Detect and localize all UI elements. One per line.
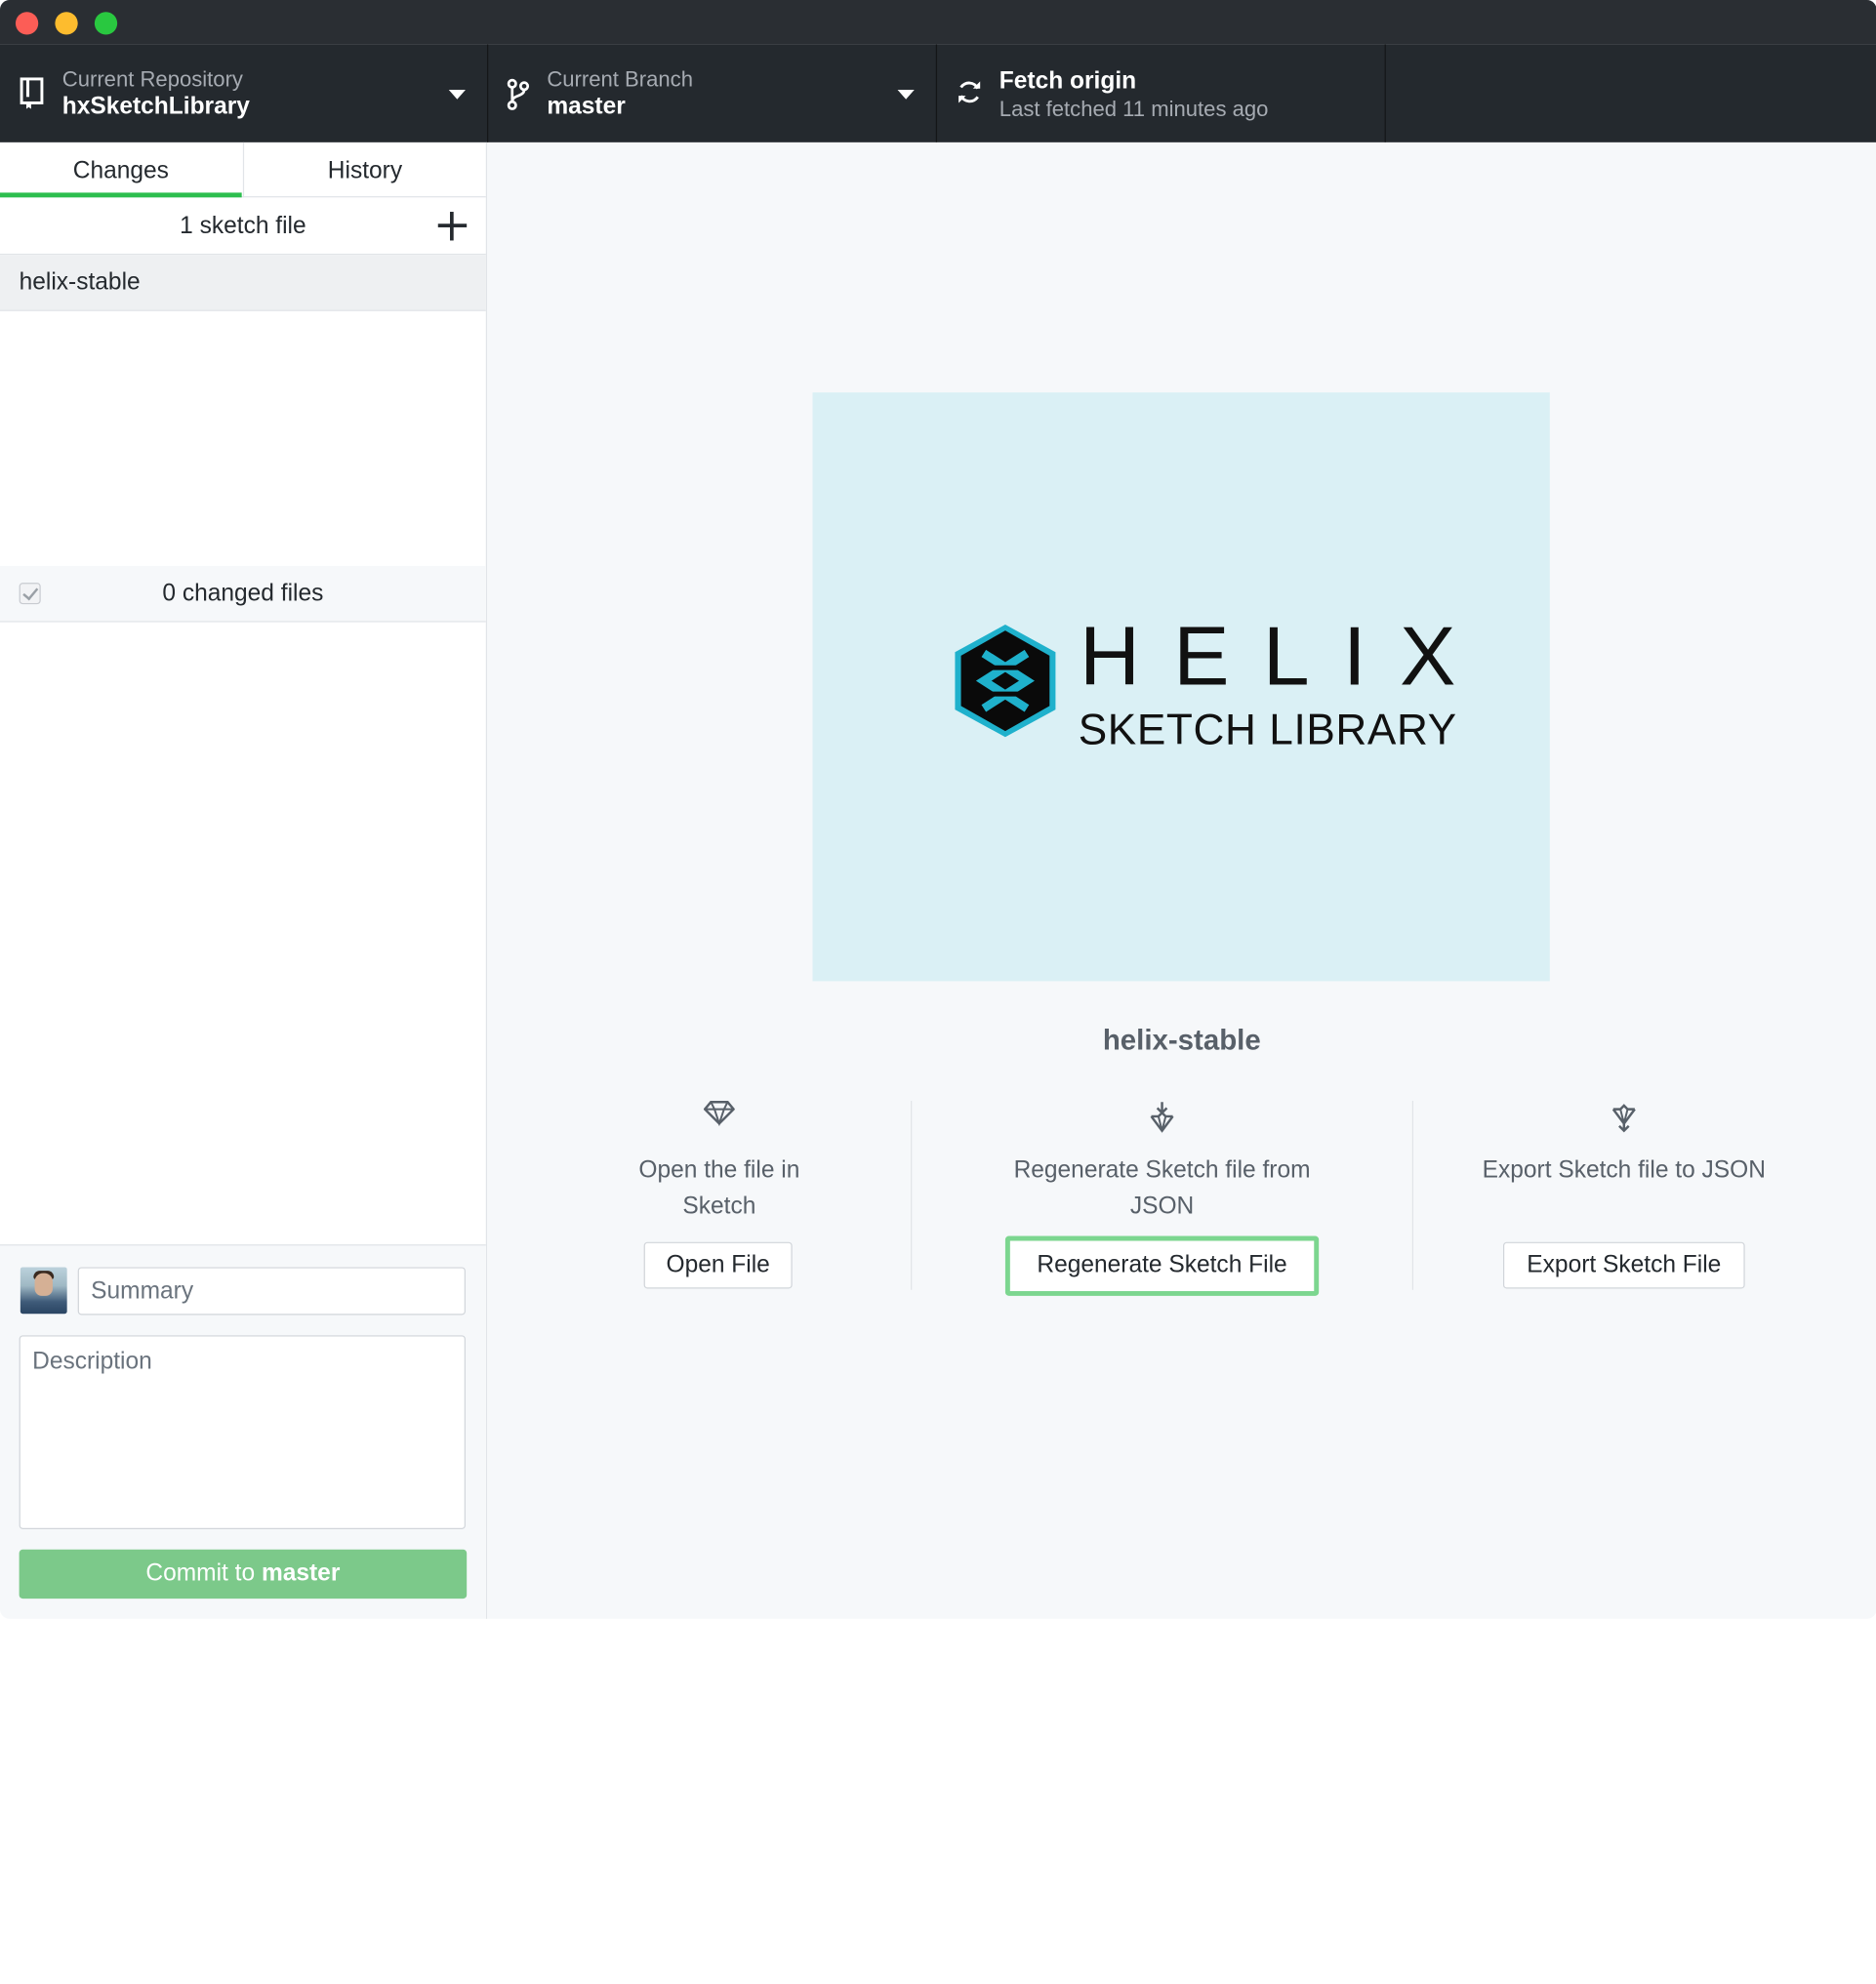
repository-name: hxSketchLibrary bbox=[61, 93, 250, 120]
commit-panel: Commit to master bbox=[0, 1244, 486, 1619]
sketch-files-header: 1 sketch file bbox=[0, 197, 486, 256]
repository-label: Current Repository bbox=[61, 66, 243, 92]
fetch-origin-button[interactable]: Fetch origin Last fetched 11 minutes ago bbox=[937, 44, 1386, 142]
regenerate-sketch-file-button[interactable]: Regenerate Sketch File bbox=[1004, 1235, 1320, 1296]
list-item[interactable]: helix-stable bbox=[0, 255, 486, 311]
sync-icon bbox=[958, 81, 981, 103]
commit-button-branch: master bbox=[261, 1559, 341, 1587]
open-file-action: Open the file in Sketch Open File bbox=[612, 1100, 828, 1303]
toolbar: Current Repository hxSketchLibrary Curre… bbox=[0, 44, 1876, 142]
sketch-file-name: helix-stable bbox=[19, 268, 141, 296]
commit-summary-input[interactable] bbox=[77, 1267, 466, 1316]
export-sketch-file-button[interactable]: Export Sketch File bbox=[1502, 1241, 1745, 1289]
chevron-down-icon bbox=[897, 89, 915, 100]
main-panel: HELIX SKETCH LIBRARY helix-stable Open t… bbox=[487, 142, 1876, 1619]
regenerate-action: Regenerate Sketch file from JSON Regener… bbox=[983, 1100, 1342, 1303]
logo-wordmark: HELIX bbox=[1079, 609, 1489, 703]
open-file-description: Open the file in Sketch bbox=[638, 1156, 800, 1220]
avatar-face bbox=[34, 1273, 53, 1296]
app-window: Current Repository hxSketchLibrary Curre… bbox=[0, 0, 1876, 1619]
action-divider bbox=[911, 1101, 913, 1290]
changed-files-header: 0 changed files bbox=[0, 565, 486, 623]
changed-files-count: 0 changed files bbox=[162, 580, 324, 607]
tab-changes[interactable]: Changes bbox=[0, 142, 242, 198]
sidebar: Changes History 1 sketch file helix-stab… bbox=[0, 142, 488, 1619]
sketch-diamond-icon bbox=[703, 1101, 735, 1126]
open-file-button[interactable]: Open File bbox=[643, 1241, 793, 1289]
repo-icon bbox=[20, 77, 44, 109]
tab-history[interactable]: History bbox=[242, 142, 486, 198]
commit-description-input[interactable] bbox=[19, 1335, 466, 1529]
fetch-title: Fetch origin bbox=[999, 67, 1137, 95]
repository-selector[interactable]: Current Repository hxSketchLibrary bbox=[0, 44, 489, 142]
export-description: Export Sketch file to JSON bbox=[1482, 1156, 1766, 1184]
logo-subtitle: SKETCH LIBRARY bbox=[1078, 705, 1457, 754]
avatar bbox=[20, 1267, 67, 1315]
regenerate-icon bbox=[1150, 1102, 1174, 1133]
branch-selector[interactable]: Current Branch master bbox=[488, 44, 938, 142]
branch-name: master bbox=[547, 93, 626, 120]
branch-icon bbox=[507, 78, 530, 110]
minimize-window-button[interactable] bbox=[55, 12, 78, 35]
close-window-button[interactable] bbox=[15, 12, 39, 35]
document-name: helix-stable bbox=[1102, 1024, 1261, 1057]
sketch-files-count: 1 sketch file bbox=[180, 213, 306, 240]
helix-hexagon-logo bbox=[955, 625, 1056, 738]
branch-label: Current Branch bbox=[547, 66, 693, 92]
export-action: Export Sketch file to JSON Export Sketch… bbox=[1481, 1100, 1768, 1303]
sidebar-tabs: Changes History bbox=[0, 142, 486, 198]
commit-button[interactable]: Commit to master bbox=[19, 1549, 468, 1599]
action-divider bbox=[1411, 1101, 1414, 1290]
export-icon bbox=[1611, 1104, 1636, 1133]
zoom-window-button[interactable] bbox=[94, 12, 118, 35]
title-bar bbox=[0, 0, 1876, 45]
fetch-subtitle: Last fetched 11 minutes ago bbox=[999, 97, 1269, 121]
commit-button-prefix: Commit to bbox=[145, 1559, 262, 1587]
sketch-preview: HELIX SKETCH LIBRARY bbox=[812, 392, 1550, 982]
chevron-down-icon bbox=[448, 89, 466, 100]
app-frame: Current Repository hxSketchLibrary Curre… bbox=[0, 0, 1876, 1619]
add-icon[interactable] bbox=[437, 212, 468, 241]
app-canvas: Current Repository hxSketchLibrary Curre… bbox=[0, 0, 1876, 1984]
regenerate-description: Regenerate Sketch file from JSON bbox=[1013, 1156, 1311, 1220]
